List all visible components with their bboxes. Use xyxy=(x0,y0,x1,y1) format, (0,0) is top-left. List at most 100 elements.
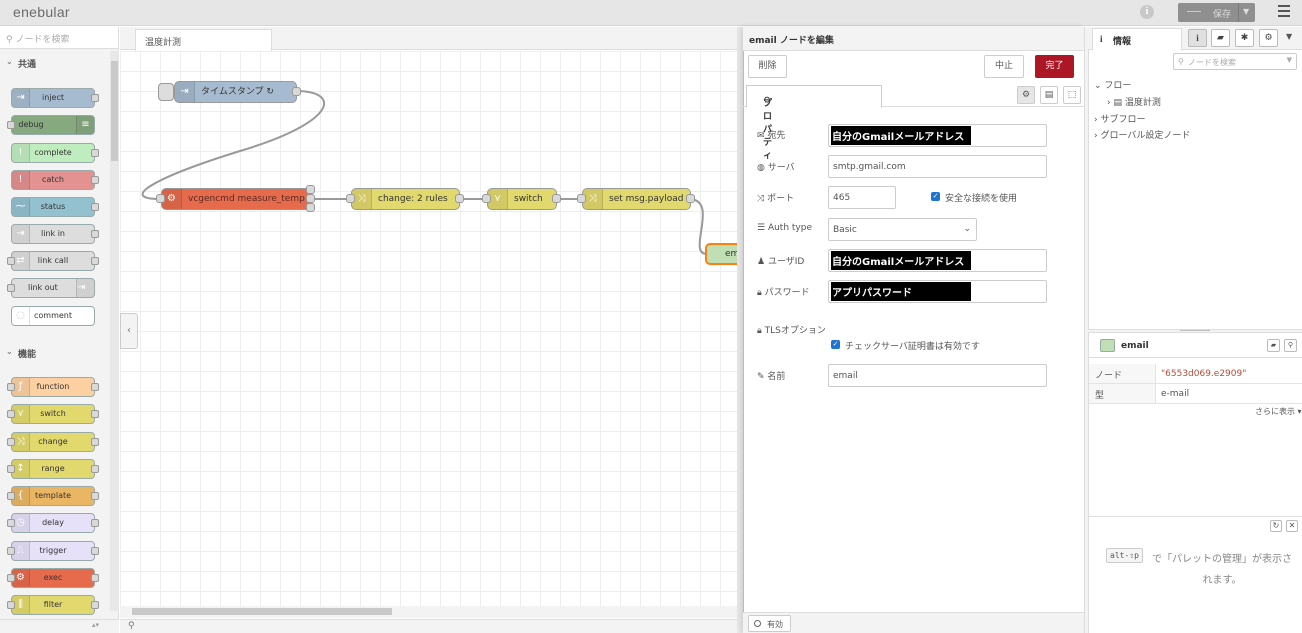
userid-label: ♟ ユーザID xyxy=(757,257,805,267)
enabled-toggle[interactable]: 有効 xyxy=(748,615,791,632)
search-icon[interactable]: ⚲ xyxy=(1284,339,1297,352)
search-icon: ⚲ xyxy=(1178,57,1184,66)
description-icon[interactable]: ▤ xyxy=(1040,86,1058,104)
palette-node-link-out[interactable]: link out ⇥ xyxy=(7,278,95,298)
email-node-icon xyxy=(1100,339,1115,352)
table-row: 型 e-mail xyxy=(1089,384,1302,404)
sidebar-search-input[interactable]: ⚲ ノードを検索 ▼ xyxy=(1173,53,1297,70)
input-port[interactable] xyxy=(346,194,355,203)
tree-flows[interactable]: ⌄ フロー xyxy=(1094,78,1131,91)
flow-node-set-payload[interactable]: ⤨ set msg.payload xyxy=(582,188,691,210)
palette-category-common[interactable]: ⌄ 共通 xyxy=(0,53,110,73)
palette-node-range[interactable]: ↕ range xyxy=(7,459,99,479)
output-port[interactable] xyxy=(292,87,301,96)
bug-icon[interactable]: ✱ xyxy=(1235,29,1254,47)
flow-node-email[interactable]: email xyxy=(705,243,737,265)
refresh-icon[interactable]: ↻ xyxy=(1270,520,1282,532)
palette-node-complete[interactable]: ! complete xyxy=(11,143,99,163)
output-port[interactable] xyxy=(306,203,315,212)
palette-node-status[interactable]: ⁓ status xyxy=(11,197,99,217)
caret-down-icon[interactable]: ▼ xyxy=(1287,56,1292,64)
flow-canvas[interactable]: ⇥ タイムスタンプ ↻ ⚙ vcgencmd measure_temp ⤨ ch… xyxy=(120,51,737,606)
gear-icon[interactable]: ⚙ xyxy=(1259,29,1278,47)
flow-node-change[interactable]: ⤨ change: 2 rules xyxy=(351,188,460,210)
palette-footer: ▴▾ xyxy=(0,619,119,633)
palette-node-function[interactable]: ƒ function xyxy=(7,377,99,397)
book-icon[interactable]: ▰ xyxy=(1267,339,1280,352)
secure-checkbox[interactable]: ✓ xyxy=(931,192,940,201)
caret-down-icon[interactable]: ▼ xyxy=(1243,7,1249,16)
palette-node-template[interactable]: {template xyxy=(7,486,99,506)
sidebar-splitter[interactable] xyxy=(1088,329,1302,333)
user-icon: ♟ xyxy=(757,257,768,267)
shuffle-icon: ⤨ xyxy=(757,194,768,204)
palette-search-input[interactable]: ⚲ ノードを検索 xyxy=(0,27,118,49)
hamburger-menu-icon[interactable] xyxy=(1278,5,1290,19)
output-port[interactable] xyxy=(552,194,561,203)
delete-button[interactable]: 削除 xyxy=(748,55,787,78)
flow-node-switch[interactable]: ⋎ switch xyxy=(487,188,557,210)
tree-subflows[interactable]: › サブフロー xyxy=(1094,112,1145,125)
palette-node-comment[interactable]: ◌ comment xyxy=(11,306,95,326)
palette-node-exec[interactable]: ⚙ exec xyxy=(7,568,99,588)
appearance-icon[interactable]: ⬚ xyxy=(1063,86,1081,104)
output-port[interactable] xyxy=(306,194,315,203)
close-icon[interactable]: ✕ xyxy=(1286,520,1298,532)
shuffle-icon: ⤨ xyxy=(352,189,372,209)
done-button[interactable]: 完了 xyxy=(1035,55,1074,78)
gear-icon[interactable]: ⚙ xyxy=(1017,86,1035,104)
workspace-scrollbar[interactable] xyxy=(120,606,737,618)
chevron-left-icon[interactable]: ‹ xyxy=(120,313,138,349)
book-icon[interactable]: ▰ xyxy=(1211,29,1230,47)
palette-node-link-in[interactable]: ⇥ link in xyxy=(11,224,99,244)
input-port[interactable] xyxy=(577,194,586,203)
tab-flow[interactable]: 温度計測 xyxy=(135,29,272,51)
tab-info[interactable]: i 情報 xyxy=(1092,28,1182,51)
palette-node-inject[interactable]: ⇥ inject xyxy=(11,88,99,108)
flow-node-exec[interactable]: ⚙ vcgencmd measure_temp xyxy=(161,188,311,210)
input-port[interactable] xyxy=(156,194,165,203)
chevron-down-icon: ⌄ xyxy=(1094,81,1105,91)
list-icon: ≡ xyxy=(76,116,94,134)
search-icon[interactable]: ⚲ xyxy=(128,621,135,631)
palette-node-filter[interactable]: ⫼ filter xyxy=(7,595,99,615)
tls-verify-checkbox[interactable]: ✓ xyxy=(831,340,840,349)
tab-properties[interactable]: ⚙ プロパティ xyxy=(746,85,882,161)
wires xyxy=(141,90,709,256)
inject-trigger-button[interactable] xyxy=(158,83,174,101)
name-input[interactable]: email xyxy=(828,364,1047,387)
info-icon[interactable]: i xyxy=(1140,5,1154,19)
palette-node-switch[interactable]: ⋎ switch xyxy=(7,404,99,424)
output-port[interactable] xyxy=(455,194,464,203)
output-port[interactable] xyxy=(306,185,315,194)
tree-global-config[interactable]: › グローバル設定ノード xyxy=(1094,128,1190,141)
server-input[interactable]: smtp.gmail.com xyxy=(828,155,1047,178)
cancel-button[interactable]: 中止 xyxy=(984,55,1024,78)
palette-category-function[interactable]: ⌄ 機能 xyxy=(0,343,110,363)
tls-verify-label: チェックサーバ証明書は有効です xyxy=(845,342,980,352)
caret-down-icon[interactable]: ▼ xyxy=(1286,32,1292,41)
save-button[interactable]: 保存 ▼ xyxy=(1178,3,1255,22)
help-tip-text: で「パレットの管理」が表示されます。 xyxy=(1152,554,1292,586)
password-value-redacted: アプリパスワード xyxy=(831,282,971,301)
palette-node-change[interactable]: ⤨ change xyxy=(7,432,99,452)
palette-scrollbar[interactable] xyxy=(110,51,119,611)
auth-type-select[interactable]: Basic ⌄ xyxy=(828,218,977,241)
palette-node-catch[interactable]: ! catch xyxy=(11,170,99,190)
palette-node-trigger[interactable]: ⎍ trigger xyxy=(7,541,99,561)
input-port[interactable] xyxy=(482,194,491,203)
tree-flow-item[interactable]: › ▤ 温度計測 xyxy=(1107,95,1161,108)
to-value-redacted: 自分のGmailメールアドレス xyxy=(831,126,971,145)
switch-icon: ⋎ xyxy=(488,189,508,209)
name-label: ✎ 名前 xyxy=(757,372,786,382)
show-more-link[interactable]: さらに表示 ▾ xyxy=(1255,406,1302,417)
port-input[interactable]: 465 xyxy=(828,186,896,209)
palette-node-debug[interactable]: debug ≡ xyxy=(7,115,95,135)
collapse-icon[interactable]: ▴▾ xyxy=(92,621,99,629)
flow-node-inject[interactable]: ⇥ タイムスタンプ ↻ xyxy=(174,81,297,103)
output-port[interactable] xyxy=(686,194,695,203)
palette-node-link-call[interactable]: ⇄ link call xyxy=(7,251,99,271)
palette-node-delay[interactable]: ◷ delay xyxy=(7,513,99,533)
info-icon[interactable]: i xyxy=(1188,29,1207,47)
info-icon: i xyxy=(1100,34,1103,44)
